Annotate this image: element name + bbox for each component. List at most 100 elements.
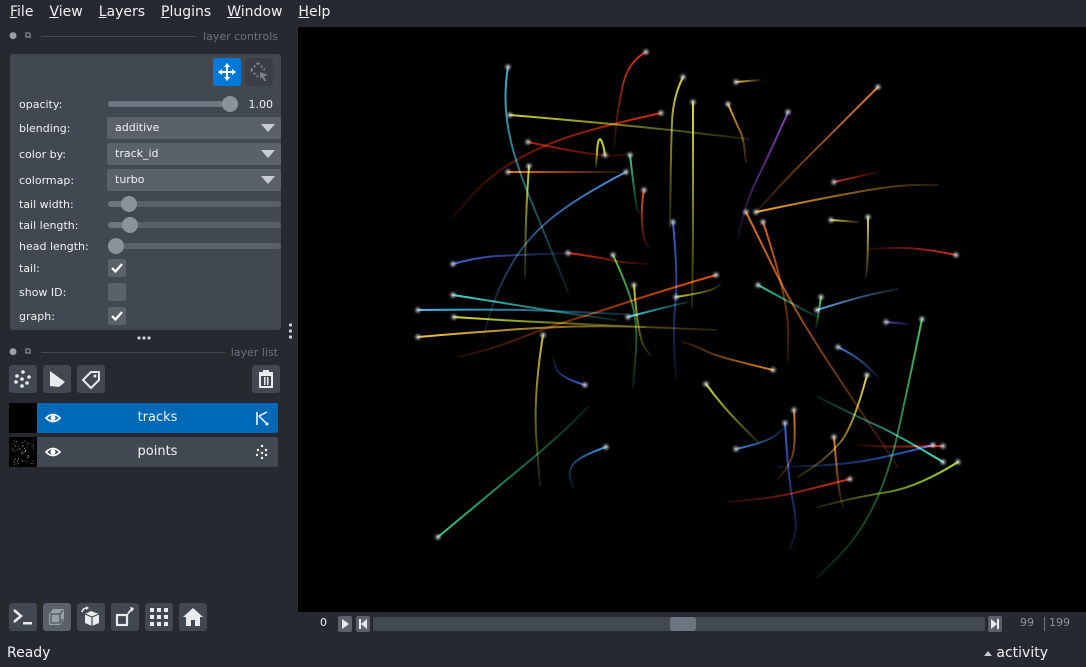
layer-item-tracks[interactable]: tracks [9, 403, 278, 433]
point-56 [673, 294, 679, 300]
track-25 [452, 294, 617, 321]
track-16 [737, 111, 789, 238]
status-text: Ready [7, 645, 51, 661]
colormap-row: colormap: turbo [19, 169, 281, 191]
activity-button[interactable]: activity [984, 645, 1048, 661]
track-17 [755, 184, 939, 213]
delete-layer-button[interactable] [252, 365, 280, 393]
transpose-dimensions-button[interactable] [111, 603, 139, 631]
points-thumbnail-image [12, 440, 34, 465]
play-button[interactable] [338, 616, 352, 632]
dock-splitter-handle[interactable] [288, 322, 293, 344]
new-points-layer-button[interactable] [9, 365, 37, 393]
layer-name[interactable]: points [37, 437, 278, 467]
color-by-dropdown[interactable]: track_id [107, 143, 281, 165]
blending-row: blending: additive [19, 117, 281, 139]
tail-length-slider-handle[interactable] [122, 217, 139, 233]
track-52 [885, 321, 909, 325]
colormap-dropdown[interactable]: turbo [107, 169, 281, 191]
point-33 [670, 219, 676, 225]
tail-width-slider[interactable] [108, 196, 281, 212]
home-button[interactable] [179, 603, 207, 631]
track-38 [816, 288, 899, 311]
track-5 [735, 79, 761, 83]
grid-view-button[interactable] [145, 603, 173, 631]
track-23 [567, 252, 649, 265]
point-18 [831, 179, 837, 185]
step-back-button[interactable] [356, 616, 370, 632]
point-49 [940, 459, 946, 465]
close-panel-icon[interactable]: ⧉ [23, 31, 33, 41]
track-41 [568, 446, 607, 488]
point-9 [505, 169, 511, 175]
blending-dropdown[interactable]: additive [107, 117, 281, 139]
menu-file[interactable]: File [2, 0, 41, 24]
point-12 [627, 152, 633, 158]
tail-width-label: tail width: [19, 197, 74, 211]
toggle-ndisplay-button[interactable] [43, 603, 71, 631]
panel-splitter-handle[interactable] [136, 334, 152, 341]
point-1 [505, 64, 511, 70]
head-length-slider[interactable] [108, 238, 281, 254]
menu-layers[interactable]: Layers [91, 0, 153, 24]
menu-view[interactable]: View [41, 0, 90, 24]
label-tag-icon [82, 371, 100, 389]
point-3 [658, 110, 664, 116]
skip-start-icon [359, 619, 367, 629]
float-panel-icon[interactable]: ● [8, 31, 18, 41]
graph-checkbox[interactable] [108, 307, 126, 325]
close-panel-icon[interactable]: ⧉ [23, 347, 33, 357]
viewer-canvas[interactable] [298, 27, 1086, 612]
head-length-row: head length: [19, 235, 281, 257]
layer-item-points[interactable]: points [9, 437, 278, 467]
float-panel-icon[interactable]: ● [8, 347, 18, 357]
frame-scrubber[interactable] [373, 617, 985, 631]
grid-icon [150, 608, 168, 626]
tail-label: tail: [19, 261, 40, 275]
opacity-slider-fill [108, 101, 230, 107]
roll-dimensions-button[interactable] [77, 603, 105, 631]
new-labels-layer-button[interactable] [77, 365, 105, 393]
console-button[interactable] [9, 603, 37, 631]
step-forward-button[interactable] [988, 616, 1002, 632]
tail-length-slider[interactable] [108, 217, 281, 233]
opacity-slider[interactable] [108, 96, 238, 112]
transform-button[interactable] [245, 58, 273, 86]
track-29 [745, 211, 899, 468]
point-54 [831, 434, 837, 440]
tail-width-slider-handle[interactable] [120, 196, 137, 212]
current-frame[interactable]: 99 [1020, 616, 1034, 629]
tracks-layer-icon [256, 411, 269, 426]
new-shapes-layer-button[interactable] [43, 365, 71, 393]
track-43 [735, 426, 786, 450]
points-layer-icon [255, 444, 268, 460]
point-28 [415, 307, 421, 313]
title-divider [41, 351, 225, 353]
move-icon [218, 63, 236, 81]
pan-zoom-button[interactable] [213, 58, 241, 86]
graph-label: graph: [19, 309, 55, 323]
layer-item-body[interactable]: tracks [37, 403, 278, 433]
opacity-value: 1.00 [248, 97, 274, 111]
frame-scrubber-handle[interactable] [670, 617, 696, 631]
opacity-slider-handle[interactable] [222, 96, 238, 112]
point-31 [610, 252, 616, 258]
tail-checkbox[interactable] [108, 259, 126, 277]
color-by-label: color by: [19, 147, 66, 161]
point-6 [875, 84, 881, 90]
trash-icon [259, 370, 273, 388]
head-length-slider-handle[interactable] [108, 238, 124, 254]
point-25 [450, 292, 456, 298]
menu-help[interactable]: Help [290, 0, 338, 24]
layer-name[interactable]: tracks [37, 403, 278, 433]
track-47 [777, 444, 934, 468]
track-4 [669, 76, 684, 228]
menu-plugins[interactable]: Plugins [153, 0, 219, 24]
menu-window[interactable]: Window [219, 0, 290, 24]
checkmark-icon [111, 311, 123, 322]
show-id-checkbox[interactable] [108, 283, 126, 301]
track-45 [705, 383, 759, 443]
point-53 [755, 282, 761, 288]
layer-item-body[interactable]: points [37, 437, 278, 467]
point-50 [955, 459, 961, 465]
